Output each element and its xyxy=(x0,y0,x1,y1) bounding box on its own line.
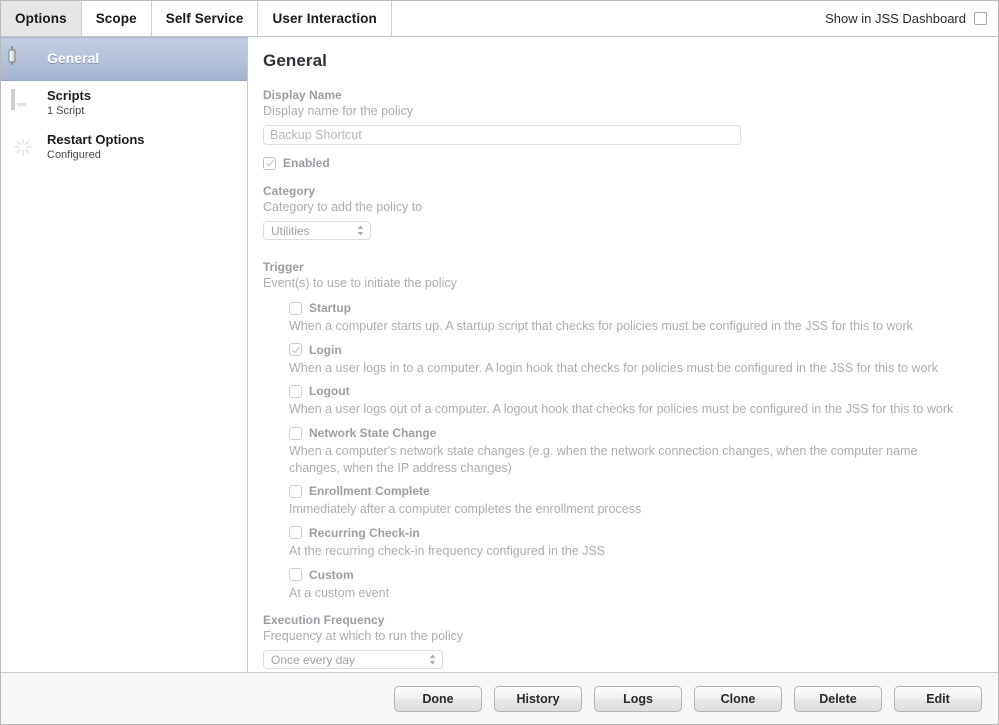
enabled-checkbox-row[interactable]: Enabled xyxy=(263,156,980,170)
sidebar-item-restart-options-label: Restart Options xyxy=(47,131,145,147)
tab-bar-filler: Show in JSS Dashboard xyxy=(391,1,998,36)
enabled-label: Enabled xyxy=(283,156,330,171)
trigger-recurring-check-in-description: At the recurring check-in frequency conf… xyxy=(289,543,606,558)
trigger-logout-description: When a user logs out of a computer. A lo… xyxy=(289,402,954,417)
execution-frequency-label: Execution Frequency xyxy=(263,613,385,628)
category-selected-value: Utilities xyxy=(271,223,310,238)
trigger-custom-description: At a custom event xyxy=(289,585,390,600)
restart-icon xyxy=(11,135,35,159)
policy-editor-window: Options Scope Self Service User Interact… xyxy=(0,0,999,725)
done-button[interactable]: Done xyxy=(394,685,482,712)
trigger-label: Trigger xyxy=(263,260,304,275)
display-name-field: Display Name Display name for the policy xyxy=(263,87,980,146)
trigger-description: Event(s) to use to initiate the policy xyxy=(263,276,457,291)
tab-options-label: Options xyxy=(15,11,67,26)
category-label: Category xyxy=(263,184,316,199)
trigger-logout-row[interactable]: Logout xyxy=(289,384,980,398)
trigger-login-description: When a user logs in to a computer. A log… xyxy=(289,360,938,375)
trigger-custom-row[interactable]: Custom xyxy=(289,568,980,582)
trigger-recurring-check-in-checkbox[interactable] xyxy=(289,526,302,540)
trigger-enrollment-complete-checkbox[interactable] xyxy=(289,484,302,498)
sidebar-item-scripts-subtitle: 1 Script xyxy=(47,104,85,117)
general-payload-pane: General Display Name Display name for th… xyxy=(248,37,998,672)
display-name-input[interactable] xyxy=(263,125,741,146)
trigger-startup-checkbox[interactable] xyxy=(289,301,302,315)
trigger-option-logout: Logout When a user logs out of a compute… xyxy=(289,384,980,418)
trigger-login-label: Login xyxy=(309,342,342,357)
trigger-network-state-change-label: Network State Change xyxy=(309,426,437,441)
sidebar-item-general-text: General xyxy=(47,50,99,68)
trigger-field: Trigger Event(s) to use to initiate the … xyxy=(263,259,980,601)
trigger-network-state-change-row[interactable]: Network State Change xyxy=(289,426,980,440)
trigger-startup-row[interactable]: Startup xyxy=(289,301,980,315)
trigger-startup-description: When a computer starts up. A startup scr… xyxy=(289,319,913,334)
trigger-recurring-check-in-label: Recurring Check-in xyxy=(309,525,420,540)
enabled-checkbox[interactable] xyxy=(263,156,276,170)
show-in-jss-dashboard-toggle[interactable]: Show in JSS Dashboard xyxy=(825,11,987,26)
main-split: General Scripts 1 Script Restart Options… xyxy=(1,37,998,672)
logs-button[interactable]: Logs xyxy=(594,685,682,712)
category-field: Category Category to add the policy to U… xyxy=(263,183,980,241)
trigger-custom-checkbox[interactable] xyxy=(289,568,302,582)
tab-scope[interactable]: Scope xyxy=(81,1,152,36)
edit-button[interactable]: Edit xyxy=(894,685,982,712)
trigger-startup-label: Startup xyxy=(309,301,351,316)
payload-sidebar: General Scripts 1 Script Restart Options… xyxy=(1,37,248,672)
tab-self-service-label: Self Service xyxy=(165,11,244,26)
trigger-custom-label: Custom xyxy=(309,567,354,582)
sidebar-item-scripts-label: Scripts xyxy=(47,87,92,103)
trigger-logout-label: Logout xyxy=(309,384,350,399)
display-name-description: Display name for the policy xyxy=(263,104,414,119)
terminal-icon xyxy=(11,89,35,115)
trigger-enrollment-complete-row[interactable]: Enrollment Complete xyxy=(289,484,980,498)
trigger-enrollment-complete-description: Immediately after a computer completes t… xyxy=(289,502,642,517)
sidebar-item-restart-options[interactable]: Restart Options Configured xyxy=(1,125,247,169)
sidebar-item-scripts-text: Scripts 1 Script xyxy=(47,87,92,118)
action-bar: Done History Logs Clone Delete Edit xyxy=(1,672,998,724)
sidebar-item-scripts[interactable]: Scripts 1 Script xyxy=(1,81,247,125)
trigger-option-startup: Startup When a computer starts up. A sta… xyxy=(289,301,980,335)
sidebar-item-general-label: General xyxy=(47,49,100,66)
category-description: Category to add the policy to xyxy=(263,200,423,215)
sidebar-item-restart-options-text: Restart Options Configured xyxy=(47,131,145,162)
execution-frequency-selected-value: Once every day xyxy=(271,652,356,667)
display-name-label: Display Name xyxy=(263,88,342,102)
delete-button[interactable]: Delete xyxy=(794,685,882,712)
trigger-option-login: Login When a user logs in to a computer.… xyxy=(289,343,980,377)
trigger-option-recurring-check-in: Recurring Check-in At the recurring chec… xyxy=(289,526,980,560)
trigger-logout-checkbox[interactable] xyxy=(289,384,302,398)
switch-plate-icon xyxy=(11,46,35,71)
trigger-recurring-check-in-row[interactable]: Recurring Check-in xyxy=(289,526,980,540)
tab-user-interaction-label: User Interaction xyxy=(272,11,377,26)
history-button[interactable]: History xyxy=(494,685,582,712)
trigger-login-checkbox[interactable] xyxy=(289,343,302,357)
trigger-option-enrollment-complete: Enrollment Complete Immediately after a … xyxy=(289,484,980,518)
chevron-updown-icon xyxy=(356,224,365,237)
chevron-updown-icon xyxy=(428,653,437,666)
tab-self-service[interactable]: Self Service xyxy=(151,1,259,36)
page-title: General xyxy=(263,51,328,70)
show-in-jss-dashboard-label: Show in JSS Dashboard xyxy=(825,11,966,26)
trigger-login-row[interactable]: Login xyxy=(289,343,980,357)
trigger-options-list: Startup When a computer starts up. A sta… xyxy=(289,301,980,601)
clone-button[interactable]: Clone xyxy=(694,685,782,712)
tab-options[interactable]: Options xyxy=(1,1,82,36)
tab-user-interaction[interactable]: User Interaction xyxy=(258,1,392,36)
tab-bar: Options Scope Self Service User Interact… xyxy=(1,1,998,37)
sidebar-item-restart-options-subtitle: Configured xyxy=(47,148,101,161)
execution-frequency-field: Execution Frequency Frequency at which t… xyxy=(263,612,980,670)
trigger-network-state-change-checkbox[interactable] xyxy=(289,426,302,440)
tab-scope-label: Scope xyxy=(95,11,137,26)
execution-frequency-description: Frequency at which to run the policy xyxy=(263,629,464,644)
show-in-jss-dashboard-checkbox[interactable] xyxy=(974,12,987,25)
trigger-option-network-state-change: Network State Change When a computer's n… xyxy=(289,426,980,476)
category-select[interactable]: Utilities xyxy=(263,221,371,241)
trigger-network-state-change-description: When a computer's network state changes … xyxy=(289,444,918,475)
trigger-option-custom: Custom At a custom event xyxy=(289,568,980,602)
trigger-enrollment-complete-label: Enrollment Complete xyxy=(309,484,430,499)
execution-frequency-select[interactable]: Once every day xyxy=(263,650,443,670)
sidebar-item-general[interactable]: General xyxy=(1,37,247,81)
